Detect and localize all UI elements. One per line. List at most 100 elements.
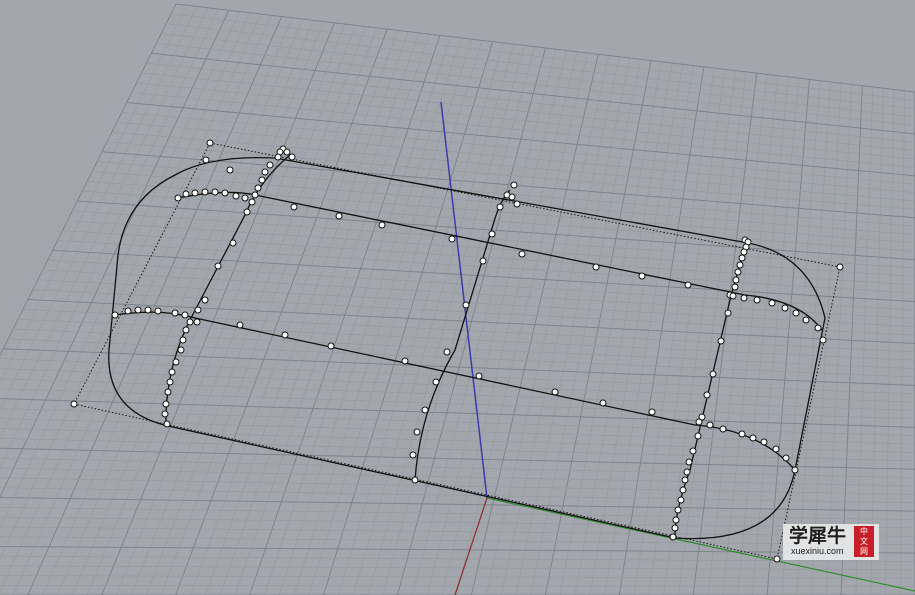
control-point[interactable]	[669, 533, 677, 541]
control-point[interactable]	[202, 156, 210, 164]
control-point[interactable]	[221, 189, 229, 197]
control-point[interactable]	[738, 430, 746, 438]
control-point[interactable]	[163, 420, 171, 428]
control-point[interactable]	[226, 166, 234, 174]
control-point[interactable]	[689, 447, 697, 455]
control-point[interactable]	[551, 388, 559, 396]
control-point[interactable]	[508, 193, 516, 201]
control-point[interactable]	[740, 248, 748, 256]
control-point[interactable]	[782, 454, 790, 462]
control-point[interactable]	[462, 301, 470, 309]
control-point[interactable]	[124, 307, 132, 315]
control-point[interactable]	[201, 296, 209, 304]
control-point[interactable]	[772, 445, 780, 453]
control-point[interactable]	[674, 506, 682, 514]
control-point[interactable]	[193, 318, 201, 326]
control-point[interactable]	[709, 370, 717, 378]
control-point[interactable]	[179, 336, 187, 344]
viewport-canvas[interactable]	[0, 0, 915, 595]
control-point[interactable]	[229, 239, 237, 247]
control-point[interactable]	[182, 190, 190, 198]
control-point[interactable]	[111, 311, 119, 319]
control-point[interactable]	[164, 388, 172, 396]
control-point[interactable]	[677, 496, 685, 504]
control-point[interactable]	[684, 281, 692, 289]
control-point[interactable]	[251, 191, 259, 199]
control-point[interactable]	[186, 318, 194, 326]
control-point[interactable]	[166, 378, 174, 386]
control-point[interactable]	[599, 399, 607, 407]
control-point[interactable]	[241, 194, 249, 202]
control-point[interactable]	[194, 306, 202, 314]
control-point[interactable]	[773, 555, 781, 563]
control-point[interactable]	[736, 261, 744, 269]
control-point[interactable]	[181, 311, 189, 319]
control-point[interactable]	[327, 342, 335, 350]
control-point[interactable]	[717, 337, 725, 345]
control-point[interactable]	[154, 307, 162, 315]
control-point[interactable]	[243, 208, 251, 216]
control-point[interactable]	[791, 466, 799, 474]
control-point[interactable]	[496, 203, 504, 211]
control-point[interactable]	[214, 262, 222, 270]
control-point[interactable]	[836, 263, 844, 271]
control-point[interactable]	[443, 348, 451, 356]
control-point[interactable]	[731, 283, 739, 291]
control-point[interactable]	[768, 299, 776, 307]
control-point[interactable]	[290, 203, 298, 211]
control-point[interactable]	[734, 268, 742, 276]
control-point[interactable]	[479, 257, 487, 265]
control-point[interactable]	[475, 372, 483, 380]
control-point[interactable]	[283, 148, 291, 156]
control-point[interactable]	[638, 272, 646, 280]
control-point[interactable]	[760, 438, 768, 446]
control-point[interactable]	[182, 326, 190, 334]
control-point[interactable]	[258, 176, 266, 184]
control-point[interactable]	[513, 200, 521, 208]
control-point[interactable]	[172, 358, 180, 366]
control-point[interactable]	[70, 400, 78, 408]
control-point[interactable]	[819, 336, 827, 344]
control-point[interactable]	[738, 254, 746, 262]
control-point[interactable]	[162, 400, 170, 408]
control-point[interactable]	[191, 189, 199, 197]
control-point[interactable]	[448, 235, 456, 243]
control-point[interactable]	[288, 153, 296, 161]
control-point[interactable]	[698, 413, 706, 421]
control-point[interactable]	[671, 524, 679, 532]
control-point[interactable]	[401, 357, 409, 365]
control-point[interactable]	[648, 408, 656, 416]
curve-network[interactable]	[73, 142, 841, 560]
control-point[interactable]	[409, 451, 417, 459]
control-point[interactable]	[413, 428, 421, 436]
control-point[interactable]	[724, 309, 732, 317]
control-point[interactable]	[681, 476, 689, 484]
control-point[interactable]	[174, 194, 182, 202]
control-point[interactable]	[672, 516, 680, 524]
control-point[interactable]	[732, 276, 740, 284]
control-point[interactable]	[261, 168, 269, 176]
control-point[interactable]	[211, 188, 219, 196]
control-point[interactable]	[378, 221, 386, 229]
control-point[interactable]	[510, 181, 518, 189]
control-point[interactable]	[706, 421, 714, 429]
perspective-viewport[interactable]: 学犀牛 xuexiniu.com 中 文 网	[0, 0, 915, 595]
control-point[interactable]	[802, 316, 810, 324]
control-point[interactable]	[488, 230, 496, 238]
control-point[interactable]	[254, 184, 262, 192]
control-point[interactable]	[266, 161, 274, 169]
control-point[interactable]	[719, 425, 727, 433]
control-point[interactable]	[749, 434, 757, 442]
control-point[interactable]	[432, 378, 440, 386]
control-point[interactable]	[592, 263, 600, 271]
control-point[interactable]	[679, 486, 687, 494]
control-point[interactable]	[206, 139, 214, 147]
control-point[interactable]	[411, 476, 419, 484]
control-point[interactable]	[740, 294, 748, 302]
control-point[interactable]	[161, 410, 169, 418]
control-point[interactable]	[694, 432, 702, 440]
control-point[interactable]	[729, 292, 737, 300]
control-point[interactable]	[792, 309, 800, 317]
control-point[interactable]	[335, 212, 343, 220]
control-point[interactable]	[274, 153, 282, 161]
